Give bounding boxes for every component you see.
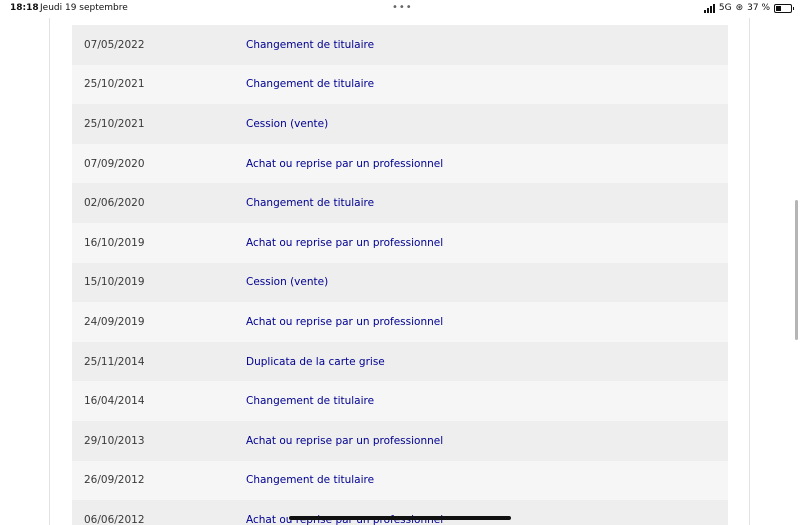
operation-date: 16/10/2019: [84, 236, 145, 249]
table-row: 15/10/2019 Cession (vente): [72, 262, 728, 303]
operation-link[interactable]: Changement de titulaire: [246, 78, 374, 90]
operation-date: 16/04/2014: [84, 395, 145, 408]
operation-date: 25/10/2021: [84, 78, 145, 91]
multitask-dots-icon[interactable]: •••: [392, 3, 413, 13]
operation-link[interactable]: Changement de titulaire: [246, 197, 374, 209]
operation-link[interactable]: Duplicata de la carte grise: [246, 356, 385, 368]
table-row: 06/06/2012Achat ou reprise par un profes…: [72, 500, 728, 525]
location-icon: ⊛: [735, 3, 744, 13]
table-row: 16/04/2014 Changement de titulaire: [72, 381, 728, 421]
table-row: 16/10/2019 Achat ou reprise par un profes…: [72, 222, 728, 263]
operation-date: 02/06/2020: [84, 197, 145, 210]
table-row: 02/06/2020 Changement de titulaire: [72, 183, 728, 223]
signal-icon: [703, 3, 715, 13]
table-row: 07/09/2020 Achat ou reprise par un profes…: [72, 143, 728, 184]
operation-link[interactable]: Achat ou reprise par un professionnel: [246, 158, 443, 170]
operation-link[interactable]: Changement de titulaire: [246, 474, 374, 486]
operation-link[interactable]: Changement de titulaire: [246, 39, 374, 51]
table-row: 25/11/2014 Duplicata de la carte grise: [72, 341, 728, 382]
battery-label: 37 %: [747, 3, 770, 13]
status-bar: 18:18 Jeudi 19 septembre ••• 5G ⊛ 37 %: [0, 0, 800, 18]
operation-date: 25/10/2021: [84, 117, 145, 130]
operation-link[interactable]: Cession (vente): [246, 118, 328, 130]
operation-date: 26/09/2012: [84, 474, 145, 487]
table-row: 25/10/2021 Changement de titulaire: [72, 64, 728, 105]
page-border-left: [49, 18, 50, 525]
operation-date: 24/09/2019: [84, 315, 145, 328]
operation-link[interactable]: Changement de titulaire: [246, 395, 374, 407]
operation-link[interactable]: Achat ou reprise par un professionnel: [246, 237, 443, 249]
status-time: 18:18: [10, 3, 39, 13]
scrollbar[interactable]: [795, 200, 798, 340]
operation-date: 07/09/2020: [84, 157, 145, 170]
table-row: 29/10/2013 Achat ou reprise par un profes…: [72, 420, 728, 461]
page-border-right: [749, 18, 750, 525]
operation-date: 06/06/2012: [84, 513, 145, 525]
history-table: 07/05/2022 Changement de titulaire 25/10/2…: [72, 25, 728, 525]
operation-date: 29/10/2013: [84, 434, 145, 447]
operation-date: 15/10/2019: [84, 276, 145, 289]
home-indicator[interactable]: [289, 516, 511, 520]
table-row: 25/10/2021 Cession (vente): [72, 104, 728, 144]
table-row: 07/05/2022 Changement de titulaire: [72, 25, 728, 65]
screen: 18:18 Jeudi 19 septembre ••• 5G ⊛ 37 % 0…: [0, 0, 800, 525]
operation-link[interactable]: Cession (vente): [246, 276, 328, 288]
operation-link[interactable]: Achat ou reprise par un professionnel: [246, 435, 443, 447]
table-row: 24/09/2019 Achat ou reprise par un profes…: [72, 302, 728, 342]
battery-icon: [774, 3, 794, 13]
network-label: 5G: [718, 3, 732, 13]
operation-link[interactable]: Achat ou reprise par un professionnel: [246, 316, 443, 328]
status-indicators: 5G ⊛ 37 %: [703, 3, 794, 13]
operation-date: 25/11/2014: [84, 355, 145, 368]
table-row: 26/09/2012 Changement de titulaire: [72, 460, 728, 501]
operation-date: 07/05/2022: [84, 38, 145, 51]
status-date: Jeudi 19 septembre: [40, 3, 128, 13]
